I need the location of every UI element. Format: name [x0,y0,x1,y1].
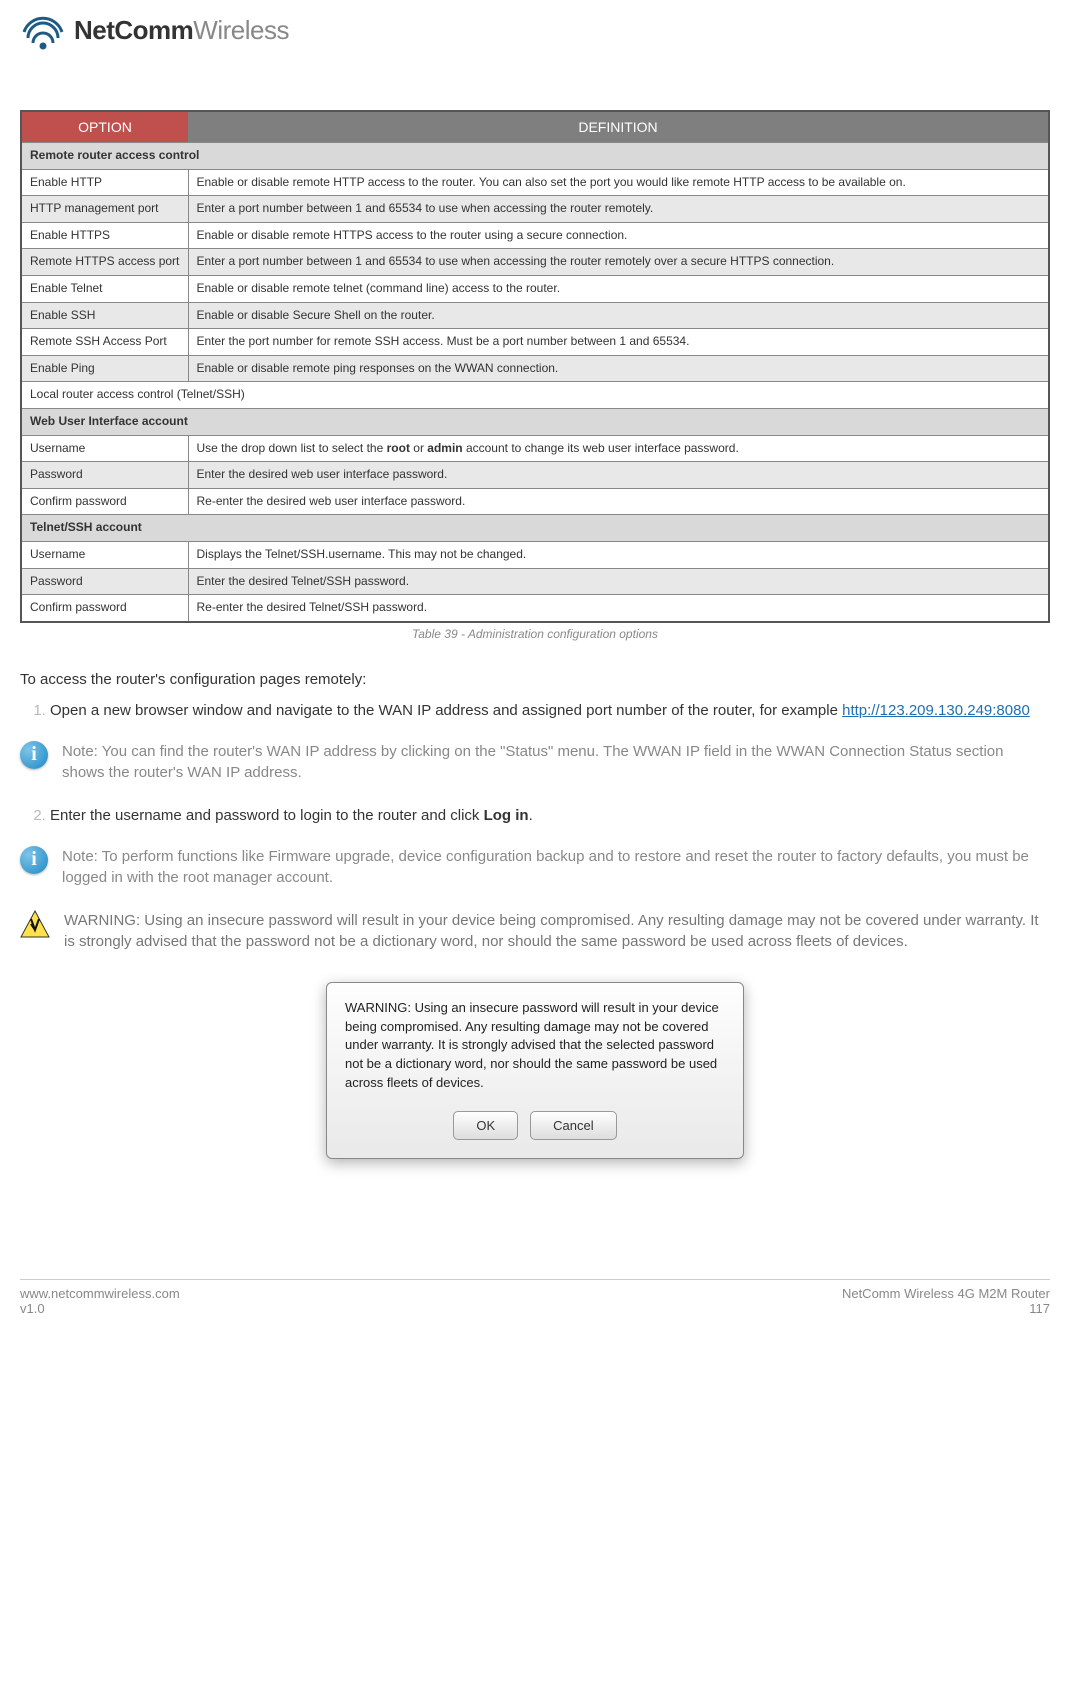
section-telnet: Telnet/SSH account [21,515,1049,542]
definition-table: OPTION DEFINITION Remote router access c… [20,110,1050,623]
warning-icon [20,910,50,938]
warning-dialog: WARNING: Using an insecure password will… [326,982,744,1159]
table-row: Remote SSH Access PortEnter the port num… [21,329,1049,356]
brand-header: NetCommWireless [20,10,1050,50]
intro-text: To access the router's configuration pag… [20,671,1050,688]
footer-product: NetComm Wireless 4G M2M Router [842,1286,1050,1301]
table-row: HTTP management portEnter a port number … [21,196,1049,223]
table-row: PasswordEnter the desired web user inter… [21,462,1049,489]
note-2: i Note: To perform functions like Firmwa… [20,846,1050,888]
section-web: Web User Interface account [21,408,1049,435]
table-row: UsernameDisplays the Telnet/SSH.username… [21,541,1049,568]
section-remote: Remote router access control [21,143,1049,170]
step-2: Enter the username and password to login… [50,805,1050,826]
brand-logo-text: NetCommWireless [74,15,289,46]
cancel-button[interactable]: Cancel [530,1111,616,1140]
table-row: Enable TelnetEnable or disable remote te… [21,275,1049,302]
col-definition: DEFINITION [188,111,1049,143]
brand-logo-icon [20,10,66,50]
note-1: i Note: You can find the router's WAN IP… [20,741,1050,783]
dialog-message: WARNING: Using an insecure password will… [345,999,725,1093]
info-icon: i [20,741,48,769]
table-row: Confirm passwordRe-enter the desired web… [21,488,1049,515]
table-row: PasswordEnter the desired Telnet/SSH pas… [21,568,1049,595]
table-row: UsernameUse the drop down list to select… [21,435,1049,462]
info-icon: i [20,846,48,874]
footer-url: www.netcommwireless.com [20,1286,180,1301]
col-option: OPTION [21,111,188,143]
warning-note: WARNING: Using an insecure password will… [20,910,1050,952]
footer-version: v1.0 [20,1301,180,1316]
table-row: Enable SSHEnable or disable Secure Shell… [21,302,1049,329]
footer-page: 117 [842,1301,1050,1316]
ok-button[interactable]: OK [453,1111,518,1140]
table-row: Remote HTTPS access portEnter a port num… [21,249,1049,276]
table-row: Enable HTTPSEnable or disable remote HTT… [21,222,1049,249]
example-url-link[interactable]: http://123.209.130.249:8080 [842,702,1030,719]
table-row: Enable PingEnable or disable remote ping… [21,355,1049,382]
table-row: Enable HTTPEnable or disable remote HTTP… [21,169,1049,196]
step-1: Open a new browser window and navigate t… [50,700,1050,721]
table-row: Confirm passwordRe-enter the desired Tel… [21,595,1049,622]
table-caption: Table 39 - Administration configuration … [20,627,1050,641]
page-footer: www.netcommwireless.com v1.0 NetComm Wir… [20,1279,1050,1316]
dialog-buttons: OK Cancel [345,1111,725,1140]
section-local: Local router access control (Telnet/SSH) [21,382,1049,409]
